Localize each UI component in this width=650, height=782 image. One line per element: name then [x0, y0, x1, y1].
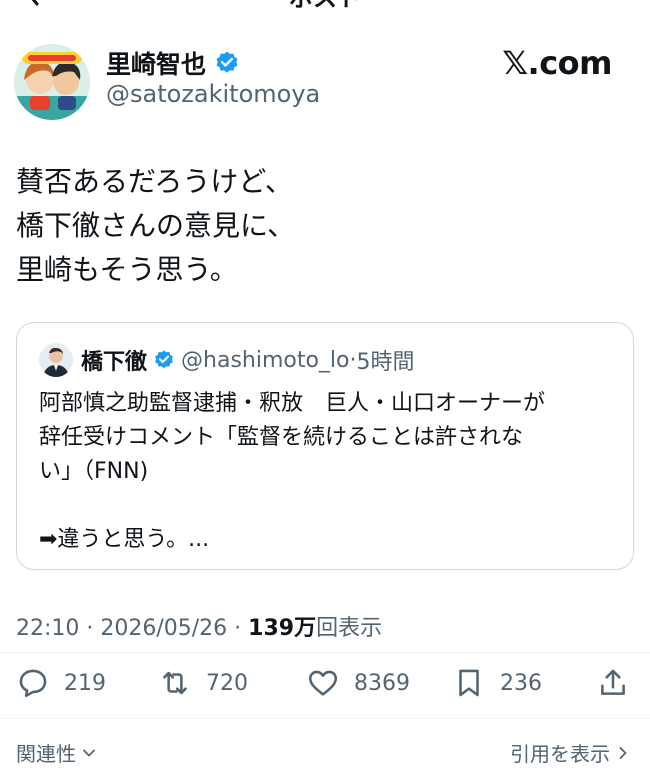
site-label: 𝕏.com [502, 44, 612, 82]
chevron-right-icon [619, 746, 627, 759]
quote-header: 橋下徹 @hashimoto_lo · 5時間 [81, 343, 415, 377]
views-count: 139万 [248, 616, 317, 641]
quote-author-name[interactable]: 橋下徹 [81, 344, 147, 376]
relevance-sort-button[interactable]: 関連性 [16, 738, 96, 767]
repost-button[interactable]: 720 [158, 663, 248, 703]
quoted-tweet-card[interactable]: 橋下徹 @hashimoto_lo · 5時間 阿部慎之助監督逮捕・釈放 巨人・… [16, 322, 634, 570]
view-quotes-label: 引用を表示 [510, 742, 610, 766]
relevance-label: 関連性 [16, 742, 76, 766]
quote-text-line: 阿部慎之助監督逮捕・釈放 巨人・山口オーナーが [39, 391, 546, 416]
bookmark-button[interactable]: 236 [452, 663, 542, 703]
post-time-date: 22:10 · 2026/05/26 · [16, 616, 249, 641]
like-count: 8369 [354, 670, 410, 696]
tweet-text-line: 賛否あるだろうけど、 [16, 165, 293, 198]
quote-text-line: ➡違うと思う。... [39, 527, 210, 552]
views-label: 回表示 [316, 616, 383, 641]
bookmark-icon [459, 669, 479, 697]
bookmark-count: 236 [500, 670, 542, 696]
verified-badge-icon [216, 51, 238, 73]
person-avatar-icon [39, 343, 73, 377]
reply-icon [19, 669, 47, 698]
divider [0, 718, 650, 719]
top-bar: ポスト [0, 0, 650, 12]
author-name[interactable]: 里崎智也 [106, 45, 206, 81]
view-quotes-link[interactable]: 引用を表示 [510, 738, 630, 767]
quote-text-line: 辞任受けコメント「監督を続けることは許されな [39, 425, 524, 450]
author-name-row[interactable]: 里崎智也 [106, 46, 240, 80]
author-handle[interactable]: @satozakitomoya [106, 80, 320, 108]
repost-icon [163, 671, 187, 695]
repost-count: 720 [206, 670, 248, 696]
like-button[interactable]: 8369 [306, 663, 410, 703]
timestamp-row: 22:10 · 2026/05/26 · 139万回表示 [16, 610, 382, 642]
tweet-text-line: 里崎もそう思う。 [16, 253, 238, 286]
quote-avatar[interactable] [39, 343, 73, 377]
illustrated-avatar-icon [14, 44, 90, 120]
quote-time: 5時間 [356, 350, 415, 375]
chevron-down-icon [83, 749, 95, 756]
verified-badge-icon [155, 350, 173, 369]
quote-author-handle[interactable]: @hashimoto_lo [181, 348, 350, 373]
author-avatar[interactable] [14, 44, 90, 120]
reply-button[interactable]: 219 [16, 663, 106, 703]
share-icon [601, 669, 625, 695]
heart-icon [308, 670, 338, 696]
page-title: ポスト [0, 0, 650, 13]
quote-text-line: い」（FNN) [39, 459, 149, 484]
quote-separator: · [349, 347, 357, 373]
share-button[interactable] [596, 663, 630, 703]
tweet-text-line: 橋下徹さんの意見に、 [16, 209, 296, 242]
divider [0, 652, 650, 653]
reply-count: 219 [64, 670, 106, 696]
